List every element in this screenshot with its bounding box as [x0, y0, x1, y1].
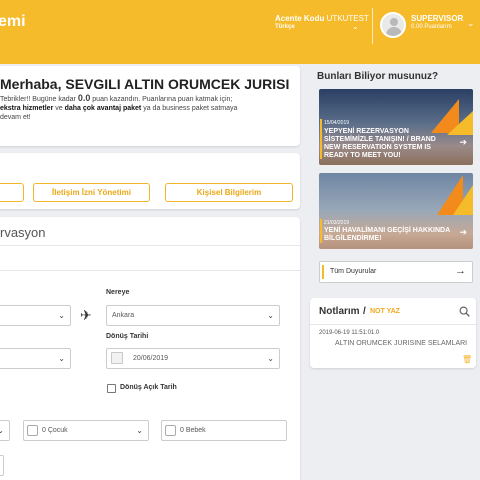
welcome-line1-a: Tebrikler!! Bugüne kadar [0, 96, 78, 103]
news-title: Bunları Biliyor musunuz? [317, 71, 439, 82]
user-name[interactable]: SUPERVISOR [411, 14, 463, 23]
welcome-points: 0.0 [77, 93, 91, 103]
extra-field-partial[interactable] [0, 455, 4, 476]
infant-select[interactable]: 0 Bebek [161, 420, 287, 441]
trash-icon[interactable]: 🗑 [462, 355, 472, 364]
chevron-down-icon: ⌄ [0, 426, 4, 435]
calendar-icon [111, 352, 123, 364]
news-text: YENİ HAVALİMANI GEÇİŞİ HAKKINDA BİLGİLEN… [324, 227, 450, 242]
aircraft-tail-shape [453, 185, 473, 215]
news-anchor [310, 86, 311, 87]
welcome-text: Tebrikler!! Bugüne kadar 0.0 puan kazand… [0, 94, 290, 122]
return-date-label: Dönüş Tarihi [106, 333, 149, 340]
to-select[interactable]: Ankara ⌄ [106, 305, 280, 326]
user-body-shape [386, 27, 402, 36]
welcome-title: Merhaba, SEVGILI ALTIN ORUMCEK JURISI [0, 76, 290, 92]
news-text: YEPYENİ REZERVASYON SİSTEMİMİZLE TANIŞIN… [324, 128, 436, 159]
user-points: 0.00 Puanlarım [411, 24, 452, 30]
chevron-down-icon[interactable]: ⌄ [352, 22, 359, 31]
notes-card: Notlarım / NOT YAZ 2019-06-19 11:51:01.0… [310, 298, 476, 368]
news-date: 21/03/2019 [324, 220, 350, 226]
booking-title: rvasyon [0, 225, 46, 240]
child-select[interactable]: 0 Çocuk ⌄ [23, 420, 149, 441]
note-date: 2019-06-19 11:51:01.0 [319, 330, 380, 336]
chevron-down-icon: ⌄ [267, 354, 274, 363]
booking-card: rvasyon Nereye ⌄ ✈ Ankara ⌄ Dönüş Tarihi … [0, 217, 300, 480]
search-icon[interactable] [459, 306, 470, 317]
chevron-down-icon: ⌄ [267, 311, 274, 320]
infant-icon [165, 425, 176, 436]
news-item-2[interactable]: 21/03/2019 YENİ HAVALİMANI GEÇİŞİ HAKKIN… [319, 173, 473, 249]
divider [0, 270, 300, 271]
notes-separator: / [363, 306, 366, 317]
top-bar: emi Acente Kodu UTKUTEST Türkçe ⌄ SUPERV… [0, 0, 480, 64]
plane-icon: ✈ [80, 307, 92, 323]
chevron-down-icon: ⌄ [58, 354, 65, 363]
arrow-right-icon: → [455, 265, 466, 277]
chevron-down-icon: ⌄ [136, 426, 143, 435]
note-text: ALTIN ORUMCEK JURISINE SELAMLARI [335, 340, 468, 347]
welcome-card: Merhaba, SEVGILI ALTIN ORUMCEK JURISI Te… [0, 66, 300, 146]
user-head-shape [390, 18, 398, 26]
welcome-line2-b: ve [53, 105, 65, 112]
extra-services-text: ekstra hizmetler [0, 105, 54, 112]
open-return-label: Dönüş Açık Tarih [120, 384, 177, 391]
user-menu-chevron-icon[interactable]: ⌄ [467, 18, 475, 29]
divider [0, 245, 300, 246]
welcome-line3: devam et! [0, 114, 31, 121]
profile-button-partial[interactable] [0, 183, 24, 202]
child-icon [27, 425, 38, 436]
notes-title: Notlarım [319, 306, 360, 317]
child-value: 0 Çocuk [42, 427, 68, 434]
arrow-right-icon[interactable]: ➔ [459, 137, 467, 148]
news-accent-bar [320, 119, 322, 159]
all-announcements-button[interactable]: Tüm Duyurular → [319, 261, 473, 283]
open-return-checkbox[interactable] [107, 384, 116, 393]
all-announcements-label: Tüm Duyurular [330, 268, 377, 275]
arrow-right-icon[interactable]: ➔ [459, 227, 467, 238]
infant-value: 0 Bebek [180, 427, 206, 434]
agency-code-value: UTKUTEST [326, 14, 369, 23]
to-label: Nereye [106, 289, 130, 296]
contact-permission-button[interactable]: İletişim İzni Yönetimi [33, 183, 150, 202]
welcome-line1-b: puan kazandın. Puanlarına puan katmak iç… [90, 96, 233, 103]
adult-select[interactable]: ⌄ [0, 420, 10, 441]
divider [310, 324, 476, 325]
brand-logo-text[interactable]: emi [0, 13, 26, 31]
agency-code-label: Acente Kodu [275, 14, 325, 23]
personal-info-button[interactable]: Kişisel Bilgilerim [165, 183, 293, 202]
departure-date-field[interactable]: ⌄ [0, 348, 71, 369]
news-accent-bar [320, 219, 322, 243]
header-divider [372, 8, 373, 44]
from-select[interactable]: ⌄ [0, 305, 71, 326]
write-note-link[interactable]: NOT YAZ [370, 308, 400, 315]
profile-card: İletişim İzni Yönetimi Kişisel Bilgileri… [0, 153, 300, 209]
accent-bar [322, 265, 324, 279]
to-value: Ankara [112, 312, 135, 319]
welcome-line2-d: ya da business paket satmaya [141, 105, 238, 112]
avatar[interactable] [380, 12, 406, 38]
news-date: 15/04/2019 [324, 120, 350, 126]
return-date-value: 20/06/2019 [133, 355, 169, 362]
chevron-down-icon: ⌄ [58, 311, 65, 320]
return-date-field[interactable]: 20/06/2019 ⌄ [106, 348, 280, 369]
advantage-package-text: daha çok avantaj paket [64, 105, 142, 112]
news-item-1[interactable]: 15/04/2019 YEPYENİ REZERVASYON SİSTEMİMİ… [319, 89, 473, 165]
language-selector[interactable]: Türkçe [275, 24, 295, 30]
